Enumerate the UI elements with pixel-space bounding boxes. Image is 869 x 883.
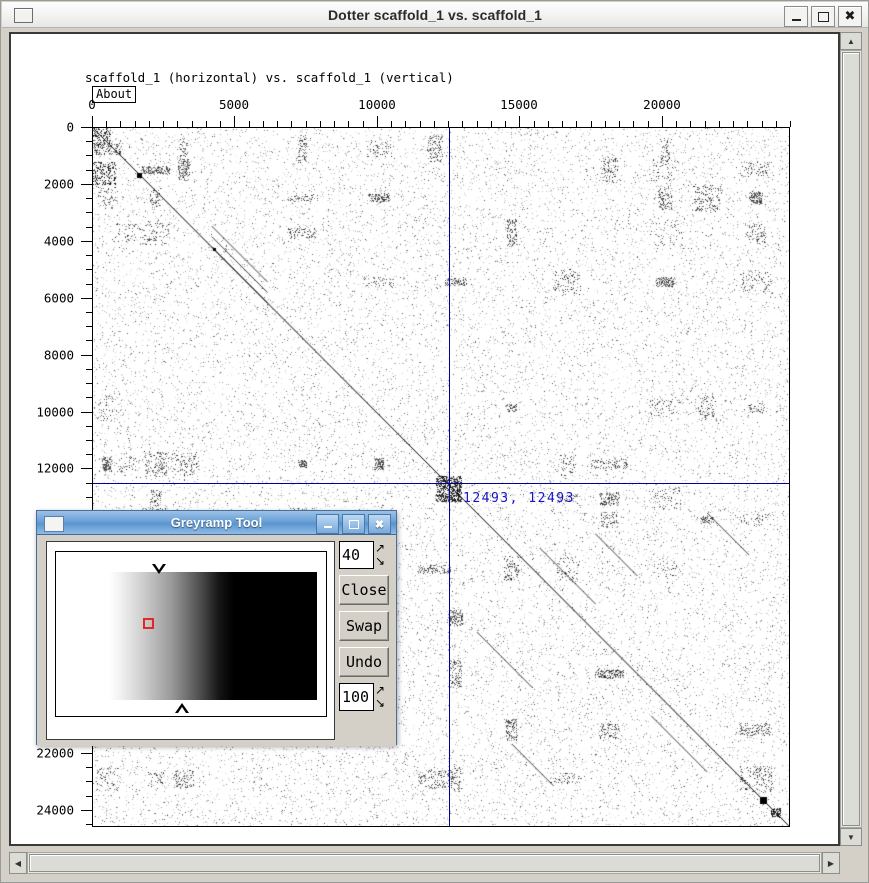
y-axis-major-tick <box>81 298 92 299</box>
minimize-icon[interactable] <box>784 6 808 27</box>
y-axis-major-tick <box>81 810 92 811</box>
y-axis-label: 10000 <box>36 404 74 420</box>
y-axis-label: 12000 <box>36 460 74 476</box>
y-axis-label: 22000 <box>36 745 74 761</box>
y-axis-major-tick <box>81 412 92 413</box>
close-icon[interactable]: ✖ <box>838 6 862 27</box>
x-axis-label: 20000 <box>643 97 681 112</box>
max-value-input[interactable]: 100 <box>339 683 374 711</box>
vertical-scroll-trough[interactable] <box>840 50 862 828</box>
y-axis-label: 0 <box>66 119 74 135</box>
x-axis-label: 10000 <box>358 97 396 112</box>
scroll-down-arrow-icon[interactable]: ▼ <box>840 828 862 846</box>
y-axis-major-tick <box>81 468 92 469</box>
y-axis-major-tick <box>81 355 92 356</box>
vertical-scroll-thumb[interactable] <box>842 52 860 826</box>
greyramp-gradient[interactable] <box>109 572 317 700</box>
y-axis-label: 2000 <box>43 176 74 192</box>
crosshair-coordinate-label: 12493, 12493 <box>463 491 575 506</box>
vertical-scrollbar[interactable]: ▲ ▼ <box>840 32 862 846</box>
greyramp-plot-box[interactable] <box>55 551 327 717</box>
x-axis-major-tick <box>234 116 235 127</box>
min-value-spinner[interactable]: 40 ↗ ↘ <box>339 541 389 569</box>
greyramp-titlebar[interactable]: Greyramp Tool ✖ <box>37 511 396 535</box>
minimize-icon[interactable] <box>316 514 339 534</box>
y-axis-major-tick <box>81 241 92 242</box>
x-axis-label: 15000 <box>500 97 538 112</box>
close-icon[interactable]: ✖ <box>368 514 391 534</box>
greyramp-body: 40 ↗ ↘ Close Swap Undo 100 ↗ ↘ <box>37 535 396 746</box>
horizontal-scroll-thumb[interactable] <box>29 854 820 872</box>
spinner-down-arrow-icon[interactable]: ↘ <box>375 697 388 710</box>
horizontal-scroll-trough[interactable] <box>27 852 822 874</box>
main-window-titlebar[interactable]: Dotter scaffold_1 vs. scaffold_1 ✖ <box>2 2 868 28</box>
main-window-button-group: ✖ <box>784 6 862 27</box>
scroll-right-arrow-icon[interactable]: ▶ <box>822 852 840 874</box>
x-axis-major-tick <box>519 116 520 127</box>
maximize-icon[interactable] <box>342 514 365 534</box>
horizontal-scrollbar[interactable]: ◀ ▶ <box>9 852 840 874</box>
undo-button[interactable]: Undo <box>339 647 389 677</box>
about-button[interactable]: About <box>92 86 137 103</box>
main-window-title: Dotter scaffold_1 vs. scaffold_1 <box>327 7 543 23</box>
greyramp-bottom-triangle-inner-icon <box>178 707 186 713</box>
desktop-background: Dotter scaffold_1 vs. scaffold_1 ✖ scaff… <box>0 0 869 883</box>
crosshair-vertical <box>449 128 450 826</box>
close-button[interactable]: Close <box>339 575 389 605</box>
x-axis-major-tick <box>377 116 378 127</box>
x-axis-minor-tick <box>790 121 791 127</box>
x-axis-label: 0 <box>88 97 96 112</box>
min-value-input[interactable]: 40 <box>339 541 374 569</box>
x-axis-major-tick <box>662 116 663 127</box>
y-axis-major-tick <box>81 127 92 128</box>
y-axis-label: 4000 <box>43 233 74 249</box>
maximize-icon[interactable] <box>811 6 835 27</box>
min-value-spinner-arrows[interactable]: ↗ ↘ <box>375 542 388 568</box>
y-axis-label: 6000 <box>43 290 74 306</box>
greyramp-controls: 40 ↗ ↘ Close Swap Undo 100 ↗ ↘ <box>339 541 389 740</box>
close-glyph: ✖ <box>844 9 856 24</box>
dotter-main-window: Dotter scaffold_1 vs. scaffold_1 ✖ scaff… <box>0 0 869 883</box>
spinner-down-arrow-icon[interactable]: ↘ <box>375 555 388 568</box>
greyramp-tool-window: Greyramp Tool ✖ 40 ↗ ↘ Close Swap Undo 1… <box>36 510 397 746</box>
swap-button[interactable]: Swap <box>339 611 389 641</box>
greyramp-top-triangle-inner-icon <box>155 564 163 570</box>
x-axis-major-tick <box>92 116 93 127</box>
greyramp-button-group: ✖ <box>316 514 391 534</box>
x-axis-label: 5000 <box>218 97 250 112</box>
y-axis-major-tick <box>81 753 92 754</box>
plot-heading: scaffold_1 (horizontal) vs. scaffold_1 (… <box>85 70 454 85</box>
y-axis-label: 24000 <box>36 802 74 818</box>
greyramp-marker-handle[interactable] <box>143 618 154 629</box>
scroll-up-arrow-icon[interactable]: ▲ <box>840 32 862 50</box>
max-value-spinner[interactable]: 100 ↗ ↘ <box>339 683 389 711</box>
close-glyph: ✖ <box>374 518 385 531</box>
crosshair-horizontal <box>93 483 789 484</box>
y-axis-major-tick <box>81 184 92 185</box>
max-value-spinner-arrows[interactable]: ↗ ↘ <box>375 684 388 710</box>
greyramp-panel <box>46 541 335 740</box>
y-axis-label: 8000 <box>43 347 74 363</box>
scroll-left-arrow-icon[interactable]: ◀ <box>9 852 27 874</box>
